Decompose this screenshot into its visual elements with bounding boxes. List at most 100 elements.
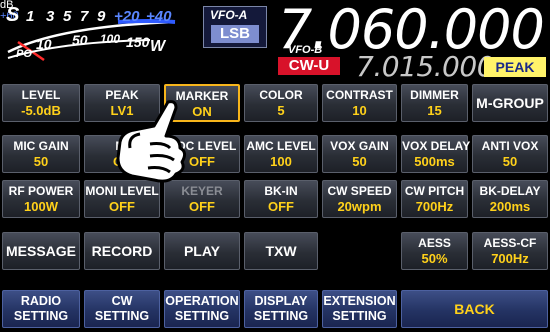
button-label: KEYER — [181, 184, 223, 198]
display-setting-button[interactable]: DISPLAY SETTING — [244, 290, 318, 328]
button-value: OFF — [109, 199, 135, 214]
button-label: BK-IN — [264, 184, 298, 198]
button-value: 50 — [33, 154, 49, 169]
button-label: LEVEL — [21, 88, 61, 102]
meter-display: S 1 3 5 7 9 +20 +40 dB +60 PO 10 50 100 … — [0, 0, 200, 80]
button-label: AESS — [418, 236, 451, 250]
back-button[interactable]: BACK — [401, 290, 548, 328]
button-label-line1: CW — [111, 294, 133, 308]
peak-badge[interactable]: PEAK — [484, 57, 546, 77]
vfo-a-mode-badge[interactable]: LSB — [211, 25, 259, 43]
moni-level-button[interactable]: MONI LEVEL OFF — [84, 180, 160, 218]
button-value: 200ms — [489, 199, 531, 214]
button-label-line2: SETTING — [174, 309, 230, 323]
button-label-line2: SETTING — [253, 309, 309, 323]
button-value: 100W — [24, 199, 58, 214]
vfo-b-frequency[interactable]: 7.015.000 — [356, 50, 495, 83]
amc-level-button[interactable]: AMC LEVEL 100 — [244, 135, 318, 173]
po-meter-label: PO — [16, 48, 32, 60]
vox-gain-button[interactable]: VOX GAIN 50 — [322, 135, 397, 173]
dimmer-button[interactable]: DIMMER 15 — [401, 84, 468, 122]
txw-button[interactable]: TXW — [244, 232, 318, 270]
button-value: -5.0dB — [21, 103, 61, 118]
s-scale-plus20: +20 — [114, 8, 140, 25]
level-button[interactable]: LEVEL -5.0dB — [2, 84, 80, 122]
button-label-line1: RADIO — [20, 294, 62, 308]
button-label: MONI LEVEL — [85, 184, 159, 198]
po-scale-150: 150 — [126, 34, 150, 50]
vfo-b-mode-badge[interactable]: CW-U — [278, 57, 340, 75]
extension-setting-button[interactable]: EXTENSION SETTING — [322, 290, 397, 328]
button-value: 50% — [421, 251, 448, 266]
button-label: COLOR — [259, 88, 303, 102]
button-label: CW PITCH — [404, 184, 465, 198]
s-scale-1: 1 — [26, 8, 35, 25]
cw-setting-button[interactable]: CW SETTING — [84, 290, 160, 328]
s-scale-9: 9 — [97, 8, 106, 25]
contrast-button[interactable]: CONTRAST 10 — [322, 84, 397, 122]
button-label: M-GROUP — [476, 95, 544, 111]
aess-button[interactable]: AESS 50% — [401, 232, 468, 270]
s-scale-plus40: +40 — [146, 8, 172, 25]
vfo-b-label: VFO-B — [288, 44, 323, 56]
button-label: MIC GAIN — [13, 139, 69, 153]
button-label: VOX DELAY — [402, 139, 471, 153]
button-label: AESS-CF — [483, 236, 537, 250]
bk-delay-button[interactable]: BK-DELAY 200ms — [472, 180, 548, 218]
button-label-line2: SETTING — [94, 309, 150, 323]
button-label: RF POWER — [8, 184, 74, 198]
vfo-a-label: VFO-A — [210, 8, 248, 22]
button-value: 700Hz — [491, 251, 529, 266]
vfo-a-panel[interactable]: VFO-A LSB — [203, 6, 267, 48]
button-label-line1: OPERATION — [165, 294, 239, 308]
radio-setting-button[interactable]: RADIO SETTING — [2, 290, 80, 328]
button-value: 50 — [502, 154, 518, 169]
cw-speed-button[interactable]: CW SPEED 20wpm — [322, 180, 397, 218]
po-scale-100: 100 — [100, 32, 121, 46]
s-meter-label: S — [6, 4, 20, 26]
message-button[interactable]: MESSAGE — [2, 232, 80, 270]
record-button[interactable]: RECORD — [84, 232, 160, 270]
button-label: TXW — [265, 243, 297, 259]
bk-in-button[interactable]: BK-IN OFF — [244, 180, 318, 218]
s-scale-7: 7 — [80, 8, 89, 25]
button-label-line1: EXTENSION — [323, 294, 396, 308]
button-value: 50 — [352, 154, 367, 169]
button-label: ANTI VOX — [481, 139, 539, 153]
rf-power-button[interactable]: RF POWER 100W — [2, 180, 80, 218]
button-label-line2: SETTING — [13, 309, 69, 323]
button-value: 15 — [427, 103, 442, 118]
button-value: 100 — [270, 154, 292, 169]
play-button[interactable]: PLAY — [164, 232, 240, 270]
button-label-line1: DISPLAY — [254, 294, 308, 308]
button-value: OFF — [268, 199, 294, 214]
button-value: OFF — [189, 199, 215, 214]
anti-vox-button[interactable]: ANTI VOX 50 — [472, 135, 548, 173]
button-value: 700Hz — [415, 199, 454, 214]
s-scale-3: 3 — [46, 8, 55, 25]
aess-cf-button[interactable]: AESS-CF 700Hz — [472, 232, 548, 270]
mic-gain-button[interactable]: MIC GAIN 50 — [2, 135, 80, 173]
button-label: AMC LEVEL — [246, 139, 316, 153]
button-value: 10 — [352, 103, 367, 118]
s-scale-5: 5 — [63, 8, 72, 25]
watt-unit-label: W — [150, 38, 166, 55]
keyer-button[interactable]: KEYER OFF — [164, 180, 240, 218]
button-label: BK-DELAY — [479, 184, 541, 198]
button-label: RECORD — [91, 243, 153, 259]
button-value: 500ms — [414, 154, 455, 169]
color-button[interactable]: COLOR 5 — [244, 84, 318, 122]
button-label: DIMMER — [410, 88, 459, 102]
button-label-line2: SETTING — [332, 309, 387, 323]
po-scale-10: 10 — [36, 36, 52, 52]
vox-delay-button[interactable]: VOX DELAY 500ms — [401, 135, 471, 173]
button-label: CONTRAST — [326, 88, 393, 102]
pointing-hand-icon — [116, 100, 187, 183]
operation-setting-button[interactable]: OPERATION SETTING — [164, 290, 240, 328]
m-group-button[interactable]: M-GROUP — [472, 84, 548, 122]
button-label: PLAY — [183, 243, 221, 259]
button-label: VOX GAIN — [330, 139, 389, 153]
po-scale-50: 50 — [72, 32, 88, 48]
button-label: BACK — [454, 301, 495, 317]
cw-pitch-button[interactable]: CW PITCH 700Hz — [401, 180, 468, 218]
